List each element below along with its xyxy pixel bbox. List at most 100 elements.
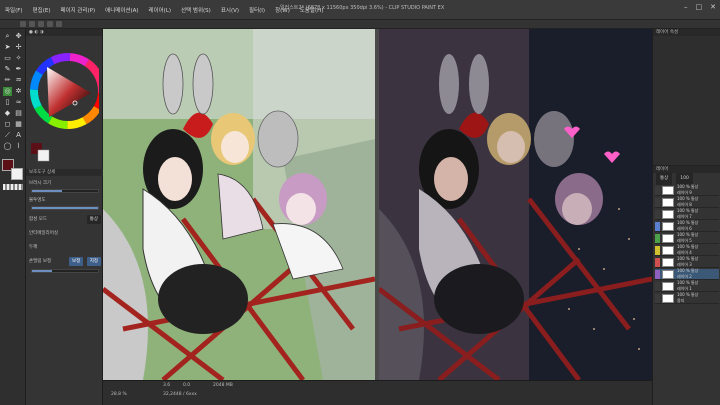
layer-thumbnail — [662, 197, 674, 207]
ruler-tool-icon[interactable]: ⟋ — [3, 131, 12, 140]
color-and-property-panel: ● ◐ ◑ 보조도구 상세 브러시 크기 불투명도 합성 모드 통상 안티에일리… — [26, 29, 103, 405]
text-tool-icon[interactable]: A — [14, 131, 23, 140]
layer-color-tag[interactable] — [655, 197, 660, 207]
layer-color-tag[interactable] — [655, 209, 660, 219]
pencil-tool-icon[interactable]: ✏ — [3, 76, 12, 85]
brush-tool-icon[interactable]: ♒ — [14, 76, 23, 85]
menu-layer[interactable]: 레이어(L) — [144, 6, 177, 14]
thickness-row: 두께 — [29, 243, 101, 252]
stabilize-chip-b[interactable]: 지정 — [86, 257, 101, 266]
menu-bar: 파일(F) 편집(E) 페이지 관리(P) 애니메이션(A) 레이어(L) 선택… — [0, 0, 720, 20]
opacity-fill — [32, 207, 98, 209]
opacity-label: 불투명도 — [29, 198, 46, 203]
move-tool-icon[interactable]: ✥ — [14, 32, 23, 41]
decoration-tool-icon[interactable]: ✲ — [14, 87, 23, 96]
canvas-artwork-rendered[interactable] — [379, 29, 652, 380]
layer-row[interactable]: 100 % 통상 레이어 6 — [655, 220, 719, 232]
layer-color-tag[interactable] — [655, 269, 660, 279]
sub-color-preview[interactable] — [37, 149, 50, 162]
canvas-area[interactable] — [103, 29, 652, 380]
saturation-triangle[interactable] — [47, 67, 91, 117]
layer-row[interactable]: 100 % 통상 레이어 8 — [655, 196, 719, 208]
save-icon[interactable] — [38, 21, 44, 27]
open-file-icon[interactable] — [29, 21, 35, 27]
menu-view[interactable]: 표시(V) — [216, 6, 244, 14]
menu-edit[interactable]: 편집(E) — [28, 6, 56, 14]
layer-row[interactable]: 100 % 통상 레이어 1 — [655, 280, 719, 292]
eyedropper-tool-icon[interactable]: ✎ — [3, 65, 12, 74]
zoom-tool-icon[interactable]: ⌕ — [3, 32, 12, 41]
eraser-tool-icon[interactable]: ▯ — [3, 98, 12, 107]
layer-color-tag[interactable] — [655, 233, 660, 243]
line-correction-tool-icon[interactable]: ⌇ — [14, 142, 23, 151]
color-wheel-header: ● ◐ ◑ — [26, 29, 102, 36]
redo-icon[interactable] — [56, 21, 62, 27]
move-layer-tool-icon[interactable]: ✢ — [14, 43, 23, 52]
layer-row[interactable]: 100 % 통상 용지 — [655, 292, 719, 304]
rotation-angle[interactable]: 0.0 — [183, 383, 190, 388]
balloon-tool-icon[interactable]: ◯ — [3, 142, 12, 151]
layer-row[interactable]: 100 % 통상 레이어 5 — [655, 232, 719, 244]
airbrush-tool-icon[interactable]: ◎ — [3, 87, 12, 96]
stabilize-chip-a[interactable]: 보정 — [69, 257, 84, 266]
frame-tool-icon[interactable]: ▦ — [14, 120, 23, 129]
layer-text: 100 % 통상 레이어 2 — [677, 268, 698, 280]
undo-icon[interactable] — [47, 21, 53, 27]
layer-row[interactable]: 100 % 통상 레이어 9 — [655, 184, 719, 196]
operation-tool-icon[interactable]: ➤ — [3, 43, 12, 52]
fill-tool-icon[interactable]: ◆ — [3, 109, 12, 118]
menu-page[interactable]: 페이지 관리(P) — [55, 6, 100, 14]
brush-size-slider[interactable] — [31, 189, 99, 193]
thickness-label: 두께 — [29, 245, 38, 250]
maximize-button[interactable]: □ — [696, 3, 703, 11]
selection-tool-icon[interactable]: ▭ — [3, 54, 12, 63]
layer-color-tag[interactable] — [655, 245, 660, 255]
menu-animation[interactable]: 애니메이션(A) — [100, 6, 143, 14]
layer-row[interactable]: 100 % 통상 레이어 3 — [655, 256, 719, 268]
close-button[interactable]: ✕ — [710, 3, 716, 11]
layer-row[interactable]: 100 % 통상 레이어 4 — [655, 244, 719, 256]
layer-color-tag[interactable] — [655, 293, 660, 303]
canvas-artwork-flat[interactable] — [103, 29, 375, 380]
blend-mode-row: 합성 모드 통상 — [29, 215, 101, 224]
layer-thumbnail — [662, 245, 674, 255]
figure-tool-icon[interactable]: ◻ — [3, 120, 12, 129]
gradient-tool-icon[interactable]: ▤ — [14, 109, 23, 118]
layer-row[interactable]: 100 % 통상 레이어 2 — [655, 268, 719, 280]
auto-select-tool-icon[interactable]: ✧ — [14, 54, 23, 63]
layer-thumbnail — [662, 257, 674, 267]
opacity-slider[interactable] — [31, 206, 99, 210]
layer-color-tag[interactable] — [655, 185, 660, 195]
menu-file[interactable]: 파일(F) — [0, 6, 28, 14]
blend-tool-icon[interactable]: ≈ — [14, 98, 23, 107]
navigator-preview[interactable] — [653, 36, 720, 166]
layer-blend-select[interactable]: 통상 — [656, 173, 673, 185]
layer-color-tag[interactable] — [655, 281, 660, 291]
blend-mode-select[interactable]: 통상 — [86, 215, 101, 224]
transparent-color-swatch[interactable] — [3, 184, 23, 190]
layer-row[interactable]: 100 % 통상 레이어 7 — [655, 208, 719, 220]
new-file-icon[interactable] — [20, 21, 26, 27]
layer-text: 100 % 통상 레이어 1 — [677, 280, 698, 292]
minimize-button[interactable]: – — [684, 3, 688, 11]
zoom-value[interactable]: 3.6 — [163, 383, 170, 388]
layer-thumbnail — [662, 281, 674, 291]
window-controls: – □ ✕ — [684, 3, 716, 11]
menu-selection[interactable]: 선택 범위(S) — [176, 6, 216, 14]
menu-filter[interactable]: 필터(I) — [244, 6, 270, 14]
layer-thumbnail — [662, 209, 674, 219]
color-wheel[interactable] — [29, 37, 99, 163]
pen-tool-icon[interactable]: ✒ — [14, 65, 23, 74]
layer-color-tag[interactable] — [655, 257, 660, 267]
layer-text: 100 % 통상 레이어 4 — [677, 244, 698, 256]
layer-text: 100 % 통상 레이어 3 — [677, 256, 698, 268]
layer-color-tag[interactable] — [655, 221, 660, 231]
position-readout: 32,2448 / 6xxx — [163, 392, 197, 397]
layer-text: 100 % 통상 레이어 7 — [677, 208, 698, 220]
antialias-label: 안티에일리어싱 — [29, 231, 58, 236]
view-percent: 28.8 % — [111, 392, 127, 397]
layer-thumbnail — [662, 185, 674, 195]
sub-color-swatch[interactable] — [11, 168, 23, 180]
layer-property-header: 레이어 속성 — [653, 29, 720, 36]
stabilize-slider[interactable] — [31, 269, 99, 273]
